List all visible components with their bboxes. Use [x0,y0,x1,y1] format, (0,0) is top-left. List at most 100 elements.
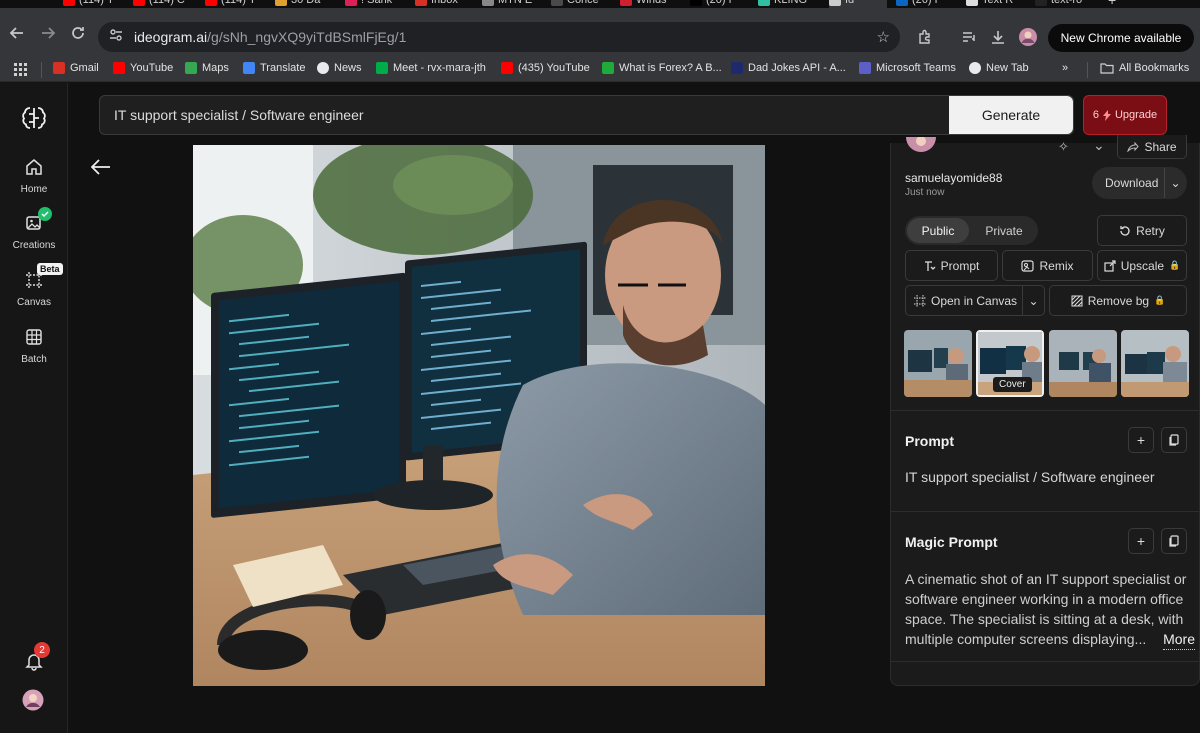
author-avatar[interactable] [906,136,936,164]
canvas-icon: Beta [23,263,63,291]
add-prompt-icon[interactable]: + [1128,427,1154,453]
extensions-icon[interactable] [914,26,936,48]
sidebar-item-home[interactable]: Home [0,156,68,195]
browser-tab[interactable]: text-ro [1035,0,1099,8]
add-magic-prompt-icon[interactable]: + [1128,528,1154,554]
sidebar-item-batch[interactable]: Batch [0,326,68,365]
canvas-options-chevron-icon[interactable]: ⌄ [1022,286,1044,315]
upscale-button[interactable]: Upscale 🔒 [1097,250,1187,281]
username[interactable]: samuelayomide88 [905,171,1002,185]
public-option[interactable]: Public [907,218,969,243]
browser-tab[interactable]: 30 Da [275,0,339,8]
site-info-icon[interactable] [108,27,124,48]
open-in-canvas-button[interactable]: Open in Canvas ⌄ [905,285,1045,316]
bookmark-item[interactable]: YouTube [113,62,173,74]
browser-tab[interactable]: (114) C [133,0,197,8]
share-button[interactable]: Share [1117,135,1187,159]
tab-title: (20) F [706,0,736,6]
tab-title: Text R [982,0,1014,6]
ideogram-logo-icon[interactable] [20,104,48,137]
batch-icon [23,326,45,348]
media-queue-icon[interactable] [958,26,980,48]
folder-icon [1100,63,1114,74]
page-icon [482,0,494,6]
bookmark-item[interactable]: Microsoft Teams [859,62,956,74]
new-chrome-available-button[interactable]: New Chrome available [1048,24,1194,52]
sidebar-item-canvas[interactable]: Beta Canvas [0,263,68,308]
browser-tab[interactable]: Text R [966,0,1030,8]
prompt-text: IT support specialist / Software enginee… [905,469,1155,485]
generated-image[interactable] [193,145,765,686]
bookmark-item[interactable]: New Tab [969,62,1029,74]
browser-tab[interactable]: (114) Y [63,0,127,8]
pin-icon[interactable]: ✧ [1058,139,1069,155]
bookmark-item[interactable]: Maps [185,62,229,74]
browser-tab[interactable]: Winds [620,0,684,8]
sidebar-item-creations[interactable]: Creations [0,207,68,251]
browser-tab[interactable]: (20) F [690,0,754,8]
prompt-input[interactable]: IT support specialist / Software enginee… [99,95,1074,135]
magic-prompt-line: space. The specialist is sitting at a de… [905,611,1184,627]
back-icon[interactable] [2,18,32,48]
all-bookmarks-button[interactable]: All Bookmarks [1100,62,1189,74]
private-option[interactable]: Private [973,218,1035,243]
bookmark-label: News [334,62,362,74]
remix-button[interactable]: Remix [1002,250,1093,281]
browser-tab[interactable]: Inbox [415,0,479,8]
browser-tab[interactable]: Id [829,0,887,8]
copy-prompt-icon[interactable] [1161,427,1187,453]
generate-button[interactable]: Generate [949,96,1073,134]
user-avatar[interactable] [22,689,44,716]
remove-bg-button[interactable]: Remove bg 🔒 [1049,285,1187,316]
news-icon [317,62,329,74]
bookmark-star-icon[interactable]: ☆ [877,28,890,46]
forward-icon[interactable] [33,18,63,48]
browser-tab[interactable]: (26) F [896,0,960,8]
upgrade-button[interactable]: 6 Upgrade [1083,95,1167,135]
section-divider [891,661,1199,662]
apps-grid-icon[interactable] [14,63,27,79]
maps-icon [185,62,197,74]
back-arrow-icon[interactable] [90,159,115,183]
more-link[interactable]: More [1163,629,1195,650]
browser-tab[interactable]: KLING [758,0,822,8]
page-icon [620,0,632,6]
variation-thumbnail-4[interactable] [1121,330,1189,397]
bookmark-label: New Tab [986,62,1029,74]
sidebar-item-label: Home [20,184,48,195]
magic-prompt-section-title: Magic Prompt [905,534,998,550]
variation-thumbnail-3[interactable] [1049,330,1117,397]
copy-magic-prompt-icon[interactable] [1161,528,1187,554]
retry-icon [1120,225,1130,236]
chevron-down-icon[interactable]: ⌄ [1093,137,1105,154]
bookmark-item[interactable]: Translate [243,62,305,74]
browser-tab[interactable]: MTN E [482,0,546,8]
magic-prompt-line: multiple computer screens displaying... [905,631,1147,647]
notifications-bell-icon[interactable]: 2 [24,642,50,676]
tab-title: Winds [636,0,667,6]
bookmark-item[interactable]: News [317,62,362,74]
variation-thumbnail-2[interactable]: Cover [976,330,1044,397]
bookmark-item[interactable]: What is Forex? A B... [602,62,722,74]
remove-bg-label: Remove bg [1087,293,1150,308]
download-options-chevron-icon[interactable]: ⌄ [1164,168,1186,198]
retry-button[interactable]: Retry [1097,215,1187,246]
url-field[interactable]: ideogram.ai/g/sNh_ngvXQ9yiTdBSmlFjEg/1 ☆ [98,22,900,52]
download-icon[interactable] [987,26,1009,48]
reload-icon[interactable] [63,18,93,48]
variation-thumbnail-1[interactable] [904,330,972,397]
bookmark-item[interactable]: (435) YouTube [501,62,590,74]
bookmark-item[interactable]: Gmail [53,62,99,74]
browser-tab[interactable]: (114) Y [205,0,269,8]
browser-tab[interactable]: ! Sank [345,0,409,8]
more-bookmarks-icon[interactable]: » [1062,62,1068,74]
prompt-button[interactable]: Prompt [905,250,998,281]
browser-tab[interactable]: Conce [551,0,615,8]
new-tab-icon[interactable]: + [1108,0,1116,8]
sidebar: Home Creations Beta Canvas Batch 2 [0,83,68,733]
bookmark-item[interactable]: Dad Jokes API - A... [731,62,846,74]
bookmark-item[interactable]: Meet - rvx-mara-jth [376,62,486,74]
profile-avatar-icon[interactable] [1017,26,1039,48]
download-button[interactable]: Download ⌄ [1092,167,1187,199]
bookmarks-divider-right [1087,62,1088,78]
